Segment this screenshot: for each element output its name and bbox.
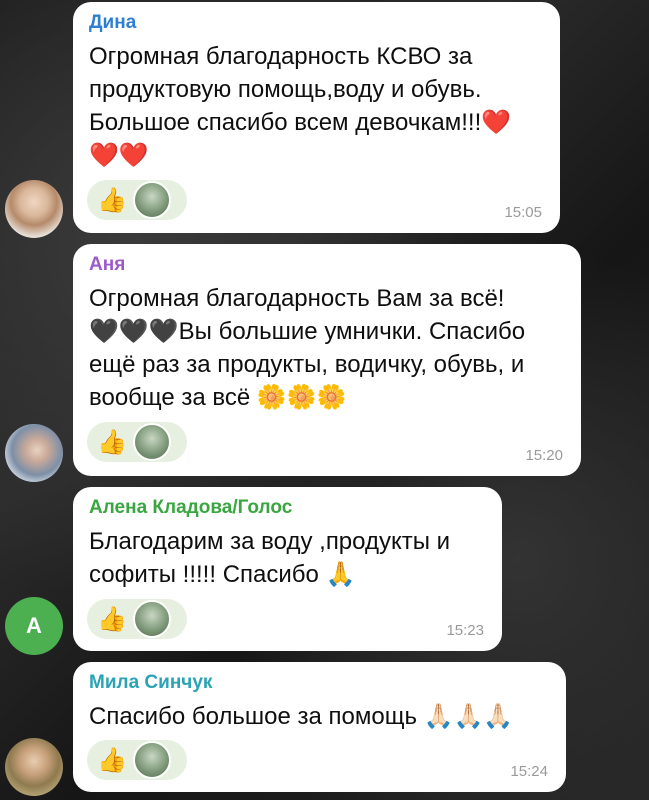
message-time: 15:23 [446, 622, 484, 639]
message-line: продуктовую помощь,воду и обувь. [89, 76, 482, 103]
message-bubble[interactable]: Алена Кладова/Голос Благодарим за воду ,… [73, 487, 502, 651]
message-text: Огромная благодарность КСВО за продуктов… [89, 40, 542, 172]
reactor-avatar [132, 181, 171, 219]
message-line: Огромная благодарность КСВО за [89, 43, 473, 70]
reactor-avatar [132, 600, 171, 638]
message-line: Спасибо большое за помощь 🙏🏻🙏🏻🙏🏻 [89, 703, 514, 730]
reactor-avatar [132, 741, 171, 779]
message-line: Благодарим за воду ,продукты и [89, 528, 451, 555]
reaction-pill[interactable]: 👍 [87, 422, 187, 462]
avatar[interactable] [5, 738, 63, 796]
reaction-pill[interactable]: 👍 [87, 740, 187, 780]
message-time: 15:24 [510, 763, 548, 780]
thumbs-up-icon: 👍 [97, 746, 127, 774]
thumbs-up-icon: 👍 [97, 186, 127, 214]
message-line: софиты !!!!! Спасибо 🙏 [89, 561, 356, 588]
reaction-pill[interactable]: 👍 [87, 599, 187, 639]
reaction-pill[interactable]: 👍 [87, 180, 187, 220]
message-text: Огромная благодарность Вам за всё! 🖤🖤🖤Вы… [89, 282, 563, 414]
message-time: 15:20 [525, 447, 563, 464]
sender-name[interactable]: Мила Синчук [89, 670, 548, 696]
message-line: 🖤🖤🖤Вы большие умнички. Спасибо [89, 318, 526, 345]
sender-name[interactable]: Алена Кладова/Голос [89, 495, 484, 521]
message-bubble[interactable]: Дина Огромная благодарность КСВО за прод… [73, 2, 560, 233]
sender-name[interactable]: Аня [89, 252, 563, 278]
message-text: Спасибо большое за помощь 🙏🏻🙏🏻🙏🏻 [89, 700, 548, 733]
message-line: ещё раз за продукты, водичку, обувь, и [89, 351, 525, 378]
sender-name[interactable]: Дина [89, 10, 542, 36]
message-text: Благодарим за воду ,продукты и софиты !!… [89, 525, 484, 591]
thumbs-up-icon: 👍 [97, 605, 127, 633]
message-line: Большое спасибо всем девочкам!!!❤️ [89, 109, 512, 136]
reactor-avatar [132, 423, 171, 461]
avatar[interactable] [5, 424, 63, 482]
message-bubble[interactable]: Мила Синчук Спасибо большое за помощь 🙏🏻… [73, 662, 566, 792]
avatar[interactable]: А [5, 597, 63, 655]
thumbs-up-icon: 👍 [97, 428, 127, 456]
message-line: вообще за всё 🌼🌼🌼 [89, 384, 347, 411]
message-line: Огромная благодарность Вам за всё! [89, 285, 505, 312]
message-time: 15:05 [504, 204, 542, 221]
avatar[interactable] [5, 180, 63, 238]
message-line: ❤️❤️ [89, 142, 149, 169]
message-bubble[interactable]: Аня Огромная благодарность Вам за всё! 🖤… [73, 244, 581, 476]
avatar-letter: А [26, 613, 42, 638]
